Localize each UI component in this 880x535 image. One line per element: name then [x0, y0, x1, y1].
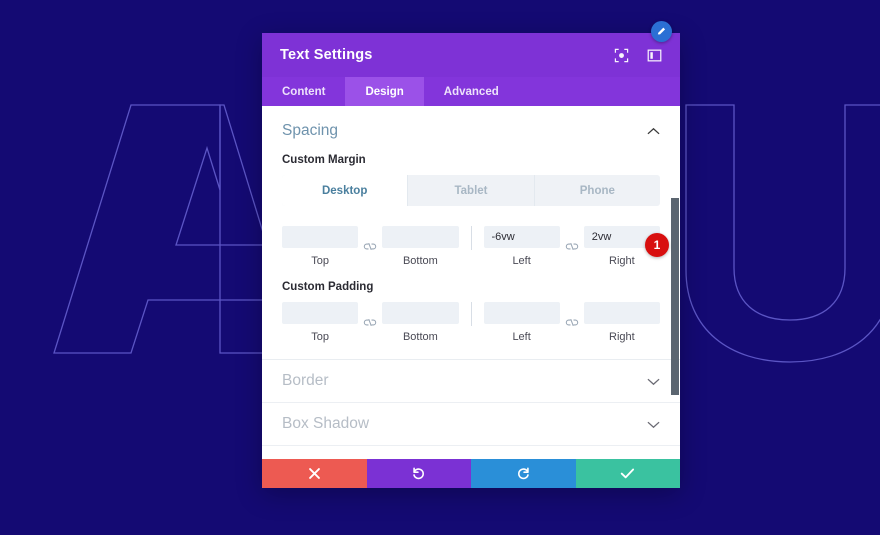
padding-right-input[interactable]: [583, 302, 660, 324]
section-title-spacing: Spacing: [282, 122, 339, 139]
undo-button[interactable]: [366, 459, 471, 488]
margin-fields-row: Top Bottom -6vw Left 2vw Right 1: [282, 226, 669, 267]
step-marker-1: 1: [645, 233, 669, 257]
header-icon-group: [614, 48, 662, 63]
modal-header: Text Settings: [262, 21, 680, 77]
padding-top-caption: Top: [311, 331, 329, 343]
padding-fields-row: Top Bottom Left Right: [282, 302, 660, 343]
tab-advanced[interactable]: Advanced: [424, 77, 519, 106]
margin-bottom-cell: Bottom: [382, 226, 459, 267]
section-box-shadow[interactable]: Box Shadow: [262, 403, 680, 446]
chevron-up-icon[interactable]: [647, 127, 660, 136]
section-header-spacing[interactable]: Spacing: [262, 106, 680, 148]
section-border[interactable]: Border: [262, 360, 680, 403]
modal-footer: [262, 459, 680, 488]
tab-design[interactable]: Design: [345, 77, 424, 106]
undo-icon: [411, 466, 426, 481]
margin-bottom-caption: Bottom: [402, 255, 438, 267]
padding-left-input[interactable]: [483, 302, 560, 324]
device-phone[interactable]: Phone: [535, 175, 660, 206]
redo-button[interactable]: [471, 459, 576, 488]
margin-left-cell: -6vw Left: [483, 226, 560, 267]
device-tablet[interactable]: Tablet: [408, 175, 535, 206]
margin-top-bottom-pair: Top Bottom: [282, 226, 459, 267]
padding-bottom-cell: Bottom: [382, 302, 459, 343]
save-button[interactable]: [575, 459, 680, 488]
margin-top-caption: Top: [311, 255, 329, 267]
tab-content[interactable]: Content: [262, 77, 345, 106]
padding-left-caption: Left: [512, 331, 531, 343]
fullscreen-icon[interactable]: [614, 48, 629, 63]
padding-left-cell: Left: [483, 302, 560, 343]
link-icon[interactable]: [560, 236, 584, 258]
redo-icon: [516, 466, 531, 481]
modal-tabs: Content Design Advanced: [262, 77, 680, 106]
margin-top-cell: Top: [282, 226, 359, 267]
layout-panel-icon[interactable]: [647, 48, 662, 63]
custom-padding-block: Custom Padding Top Bottom Left Right: [262, 281, 680, 343]
margin-left-caption: Left: [512, 255, 531, 267]
section-title-filters: Filters: [282, 458, 324, 459]
margin-bottom-input[interactable]: [382, 226, 459, 248]
padding-right-cell: Right: [583, 302, 660, 343]
chevron-down-icon[interactable]: [647, 377, 660, 386]
margin-top-input[interactable]: [282, 226, 359, 248]
text-settings-modal: Text Settings Content Design Advanced Sp…: [262, 21, 680, 488]
padding-top-cell: Top: [282, 302, 359, 343]
margin-right-caption: Right: [609, 255, 635, 267]
device-desktop[interactable]: Desktop: [282, 175, 409, 206]
custom-margin-label: Custom Margin: [282, 154, 366, 166]
scrollbar-track[interactable]: [670, 106, 680, 459]
link-icon[interactable]: [560, 312, 584, 334]
page-title: Text Settings: [280, 47, 373, 63]
chevron-down-icon[interactable]: [647, 420, 660, 429]
margin-left-right-pair: -6vw Left 2vw Right: [483, 226, 660, 267]
link-icon[interactable]: [358, 236, 382, 258]
custom-margin-block: Custom Margin Desktop Tablet Phone Top B…: [262, 154, 680, 267]
section-title-box-shadow: Box Shadow: [282, 415, 370, 432]
check-icon: [620, 467, 635, 480]
section-title-border: Border: [282, 372, 329, 389]
padding-top-bottom-pair: Top Bottom: [282, 302, 459, 343]
cancel-button[interactable]: [262, 459, 367, 488]
scrollbar-thumb[interactable]: [671, 198, 679, 395]
field-divider: [470, 226, 472, 250]
custom-padding-label: Custom Padding: [282, 281, 374, 293]
padding-right-caption: Right: [609, 331, 635, 343]
padding-top-input[interactable]: [282, 302, 359, 324]
padding-bottom-caption: Bottom: [402, 331, 438, 343]
link-icon[interactable]: [358, 312, 382, 334]
padding-bottom-input[interactable]: [382, 302, 459, 324]
device-toggle-margin: Desktop Tablet Phone: [282, 175, 660, 206]
edit-badge[interactable]: [651, 21, 672, 42]
settings-scroll-area: Spacing Custom Margin Desktop Tablet Pho…: [262, 106, 680, 459]
field-divider: [470, 302, 472, 326]
section-filters[interactable]: Filters: [262, 446, 680, 459]
margin-left-input[interactable]: -6vw: [483, 226, 560, 248]
padding-left-right-pair: Left Right: [483, 302, 660, 343]
close-icon: [308, 467, 321, 480]
modal-body: Spacing Custom Margin Desktop Tablet Pho…: [262, 106, 680, 459]
